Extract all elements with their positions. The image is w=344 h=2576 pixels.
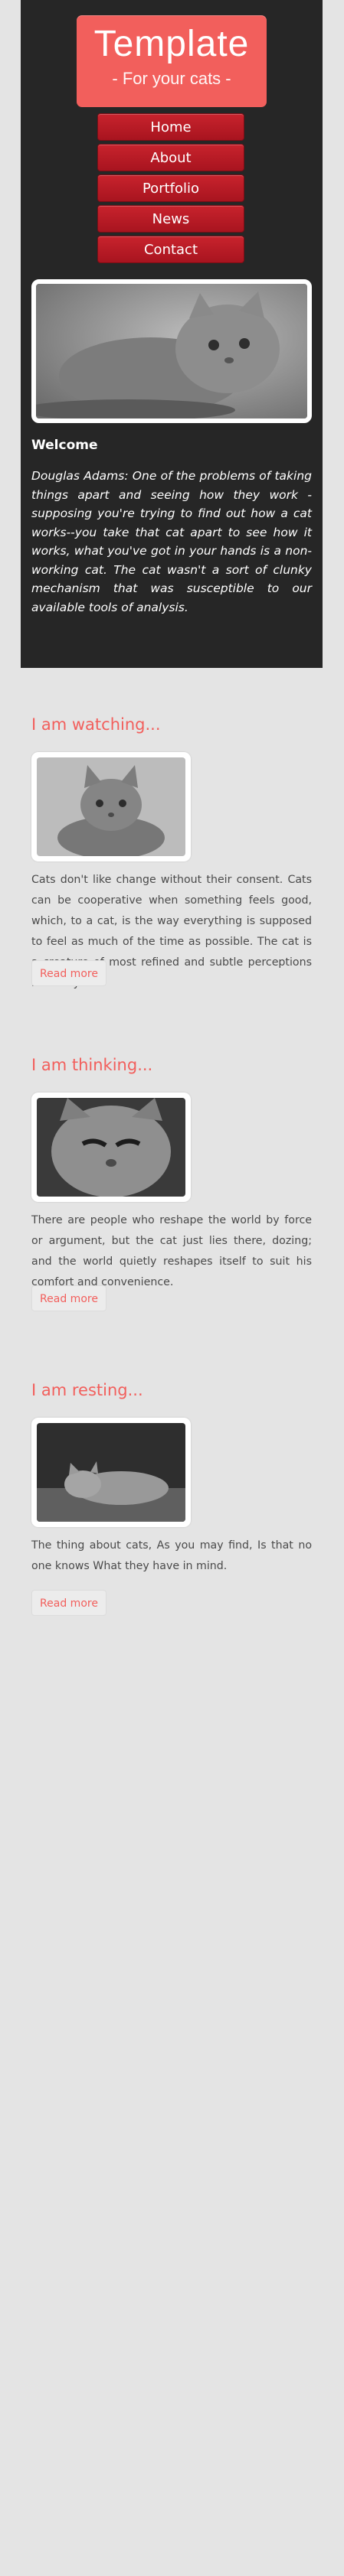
article-thinking: I am thinking... There are people who re… bbox=[31, 1056, 312, 1311]
article-cat-image bbox=[31, 752, 191, 861]
nav-item-about[interactable]: About bbox=[97, 144, 244, 171]
nav-item-portfolio[interactable]: Portfolio bbox=[97, 174, 244, 202]
article-cat-image bbox=[31, 1418, 191, 1527]
article-title: I am watching... bbox=[31, 715, 161, 734]
article-resting: I am resting... The thing about cats, As… bbox=[31, 1381, 312, 1616]
nav-item-home[interactable]: Home bbox=[97, 113, 244, 141]
article-cat-image bbox=[31, 1093, 191, 1202]
article-text: The thing about cats, As you may find, I… bbox=[31, 1539, 312, 1572]
main-nav: Home About Portfolio News Contact bbox=[97, 113, 244, 266]
page: Template - For your cats - Home About Po… bbox=[21, 0, 323, 1616]
article-watching: I am watching... Cats don't like change … bbox=[31, 715, 312, 989]
article-title: I am thinking... bbox=[31, 1056, 153, 1074]
article-title: I am resting... bbox=[31, 1381, 143, 1399]
read-more-button[interactable]: Read more bbox=[31, 1590, 106, 1616]
read-more-button[interactable]: Read more bbox=[31, 960, 106, 986]
logo[interactable]: Template - For your cats - bbox=[77, 15, 267, 107]
read-more-button[interactable]: Read more bbox=[31, 1285, 106, 1311]
welcome-title: Welcome bbox=[31, 438, 98, 453]
article-text: There are people who reshape the world b… bbox=[31, 1214, 312, 1288]
logo-subtitle: - For your cats - bbox=[112, 69, 231, 88]
nav-item-news[interactable]: News bbox=[97, 205, 244, 233]
welcome-quote: Douglas Adams: One of the problems of ta… bbox=[31, 469, 312, 614]
logo-title: Template bbox=[93, 24, 250, 64]
nav-item-contact[interactable]: Contact bbox=[97, 236, 244, 263]
header: Template - For your cats - Home About Po… bbox=[21, 0, 323, 668]
hero-cat-image bbox=[31, 279, 312, 423]
